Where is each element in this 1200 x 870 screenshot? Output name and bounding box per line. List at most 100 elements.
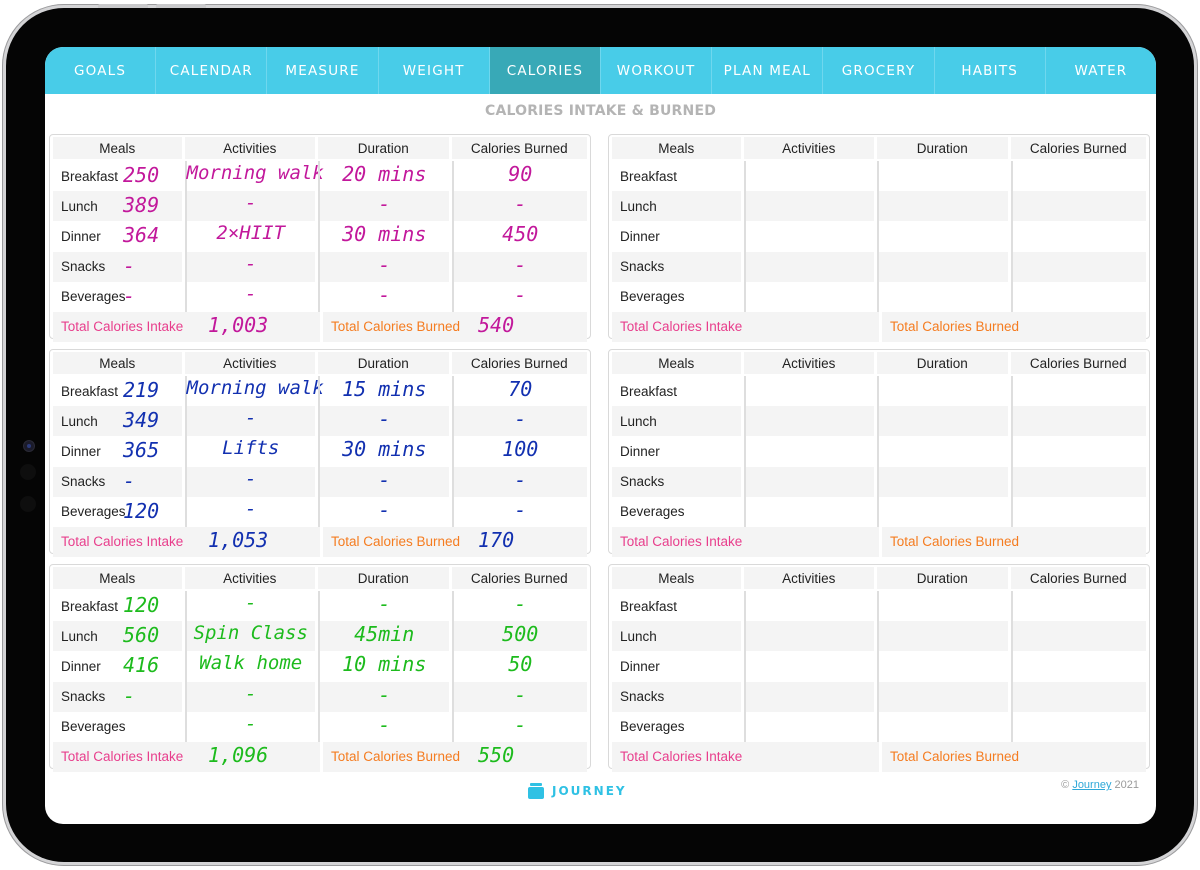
burned-cell[interactable] <box>1010 406 1146 437</box>
duration-cell[interactable]: - <box>318 496 452 527</box>
duration-cell[interactable] <box>877 681 1011 712</box>
activity-cell[interactable]: Lifts <box>184 436 318 467</box>
burned-cell[interactable] <box>1010 281 1146 312</box>
activity-cell[interactable] <box>743 621 877 652</box>
burned-cell[interactable] <box>1010 191 1146 222</box>
burned-cell[interactable]: - <box>451 711 587 742</box>
burned-cell[interactable]: - <box>451 496 587 527</box>
duration-cell[interactable] <box>877 281 1011 312</box>
duration-cell[interactable] <box>877 466 1011 497</box>
duration-cell[interactable] <box>877 251 1011 282</box>
burned-cell[interactable]: 500 <box>451 621 587 652</box>
meal-cell[interactable]: Snacks <box>612 466 744 497</box>
burned-cell[interactable] <box>1010 591 1146 622</box>
burned-cell[interactable] <box>1010 681 1146 712</box>
duration-cell[interactable]: - <box>318 251 452 282</box>
duration-cell[interactable] <box>877 161 1011 192</box>
activity-cell[interactable] <box>743 591 877 622</box>
meal-cell[interactable]: Lunch 349 <box>53 406 185 437</box>
journey-link[interactable]: Journey <box>1072 779 1111 791</box>
meal-cell[interactable]: Snacks - <box>53 251 185 282</box>
activity-cell[interactable] <box>743 221 877 252</box>
burned-cell[interactable] <box>1010 376 1146 407</box>
tab-habits[interactable]: HABITS <box>934 47 1046 94</box>
activity-cell[interactable] <box>743 496 877 527</box>
burned-cell[interactable] <box>1010 466 1146 497</box>
tab-weight[interactable]: WEIGHT <box>378 47 490 94</box>
duration-cell[interactable]: 10 mins <box>318 651 452 682</box>
activity-cell[interactable] <box>743 711 877 742</box>
duration-cell[interactable] <box>877 621 1011 652</box>
duration-cell[interactable] <box>877 591 1011 622</box>
meal-cell[interactable]: Beverages <box>612 281 744 312</box>
burned-cell[interactable] <box>1010 621 1146 652</box>
activity-cell[interactable]: Morning walk <box>184 161 324 192</box>
burned-cell[interactable]: - <box>451 591 587 622</box>
tab-measure[interactable]: MEASURE <box>267 47 379 94</box>
total-burned-cell[interactable]: Total Calories Burned 170 <box>320 526 587 557</box>
duration-cell[interactable] <box>877 496 1011 527</box>
duration-cell[interactable]: - <box>318 466 452 497</box>
tab-workout[interactable]: WORKOUT <box>601 47 713 94</box>
activity-cell[interactable]: - <box>184 681 318 712</box>
meal-cell[interactable]: Beverages - <box>53 281 185 312</box>
meal-cell[interactable]: Breakfast <box>612 376 744 407</box>
burned-cell[interactable] <box>1010 436 1146 467</box>
activity-cell[interactable]: - <box>184 191 318 222</box>
meal-cell[interactable]: Lunch <box>612 406 744 437</box>
meal-cell[interactable]: Snacks <box>612 251 744 282</box>
activity-cell[interactable]: - <box>184 496 318 527</box>
burned-cell[interactable] <box>1010 711 1146 742</box>
duration-cell[interactable] <box>877 191 1011 222</box>
duration-cell[interactable] <box>877 376 1011 407</box>
duration-cell[interactable] <box>877 406 1011 437</box>
meal-cell[interactable]: Dinner <box>612 221 744 252</box>
tab-calories[interactable]: CALORIES <box>489 47 602 94</box>
meal-cell[interactable]: Breakfast 219 <box>53 376 185 407</box>
total-burned-cell[interactable]: Total Calories Burned <box>879 526 1146 557</box>
meal-cell[interactable]: Snacks <box>612 681 744 712</box>
total-intake-cell[interactable]: Total Calories Intake <box>612 742 879 772</box>
total-burned-cell[interactable]: Total Calories Burned <box>879 741 1146 772</box>
burned-cell[interactable]: 70 <box>451 376 587 407</box>
meal-cell[interactable]: Dinner 416 <box>53 651 185 682</box>
activity-cell[interactable]: - <box>184 251 318 282</box>
total-burned-cell[interactable]: Total Calories Burned 540 <box>320 311 587 342</box>
meal-cell[interactable]: Beverages 120 <box>53 496 185 527</box>
activity-cell[interactable] <box>743 681 877 712</box>
burned-cell[interactable] <box>1010 251 1146 282</box>
burned-cell[interactable]: - <box>451 281 587 312</box>
burned-cell[interactable]: 90 <box>451 161 587 192</box>
meal-cell[interactable]: Lunch <box>612 621 744 652</box>
tab-water[interactable]: WATER <box>1045 47 1156 94</box>
tab-goals[interactable]: GOALS <box>45 47 157 94</box>
meal-cell[interactable]: Dinner <box>612 651 744 682</box>
activity-cell[interactable]: Morning walk <box>184 376 324 407</box>
duration-cell[interactable]: 20 mins <box>318 161 452 192</box>
meal-cell[interactable]: Snacks - <box>53 681 185 712</box>
duration-cell[interactable]: - <box>318 191 452 222</box>
burned-cell[interactable] <box>1010 221 1146 252</box>
burned-cell[interactable]: - <box>451 406 587 437</box>
total-intake-cell[interactable]: Total Calories Intake <box>612 312 879 342</box>
journey-logo[interactable]: JOURNEY <box>528 783 627 799</box>
burned-cell[interactable] <box>1010 651 1146 682</box>
meal-cell[interactable]: Dinner 364 <box>53 221 185 252</box>
duration-cell[interactable] <box>877 711 1011 742</box>
activity-cell[interactable]: - <box>184 406 318 437</box>
burned-cell[interactable]: - <box>451 251 587 282</box>
burned-cell[interactable] <box>1010 496 1146 527</box>
meal-cell[interactable]: Breakfast <box>612 161 744 192</box>
duration-cell[interactable]: - <box>318 406 452 437</box>
duration-cell[interactable]: - <box>318 281 452 312</box>
meal-cell[interactable]: Beverages <box>53 711 185 742</box>
burned-cell[interactable]: 100 <box>451 436 587 467</box>
duration-cell[interactable]: 45min <box>318 621 452 652</box>
activity-cell[interactable]: - <box>184 591 318 622</box>
total-intake-cell[interactable]: Total Calories Intake 1,096 <box>53 742 320 772</box>
burned-cell[interactable] <box>1010 161 1146 192</box>
duration-cell[interactable]: - <box>318 681 452 712</box>
activity-cell[interactable] <box>743 436 877 467</box>
activity-cell[interactable] <box>743 191 877 222</box>
total-intake-cell[interactable]: Total Calories Intake 1,053 <box>53 527 320 557</box>
